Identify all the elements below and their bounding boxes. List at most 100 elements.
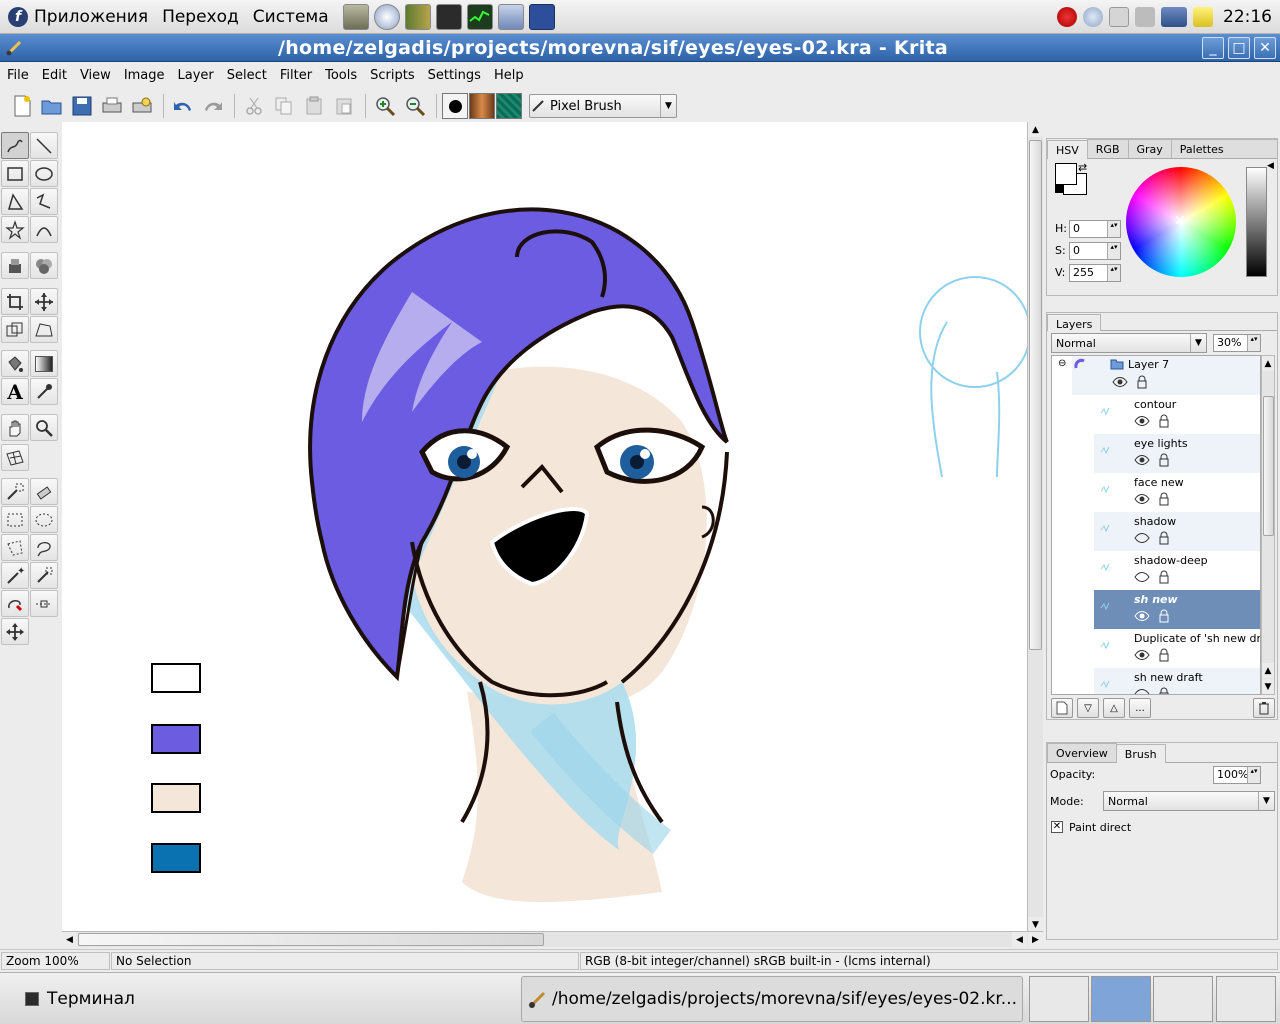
- workspace-switcher-3[interactable]: [1153, 976, 1213, 1022]
- eye-icon[interactable]: [1134, 415, 1150, 427]
- scroll-left-icon[interactable]: ◀: [62, 932, 77, 947]
- cut-icon[interactable]: [240, 92, 268, 120]
- layer-row[interactable]: shadow: [1094, 512, 1260, 551]
- gradient-tool-icon[interactable]: [30, 350, 58, 377]
- tab-rgb[interactable]: RGB: [1086, 139, 1129, 158]
- scroll-down-icon[interactable]: ▼: [1028, 917, 1043, 932]
- layer-row[interactable]: shadow-deep: [1094, 551, 1260, 590]
- crop-tool-icon[interactable]: [1, 288, 29, 315]
- menu-scripts[interactable]: Scripts: [363, 68, 420, 83]
- lock-icon[interactable]: [1158, 648, 1170, 662]
- minimize-button[interactable]: _: [1202, 36, 1224, 59]
- lock-icon[interactable]: [1158, 531, 1170, 545]
- selection-brush-tool-icon[interactable]: [1, 478, 29, 505]
- paste-icon[interactable]: [300, 92, 328, 120]
- color-select-tool-icon[interactable]: [30, 562, 58, 589]
- v-spinbox[interactable]: 255: [1069, 264, 1121, 282]
- menu-layer[interactable]: Layer: [171, 68, 220, 83]
- screen-icon[interactable]: [528, 3, 555, 30]
- layer-row[interactable]: eye lights: [1094, 434, 1260, 473]
- rectangle-tool-icon[interactable]: [1, 160, 29, 187]
- lock-icon[interactable]: [1158, 414, 1170, 428]
- s-spinbox[interactable]: 0: [1069, 242, 1121, 260]
- notes-icon[interactable]: [1193, 6, 1213, 27]
- brush-shape-swatch[interactable]: [442, 93, 468, 119]
- value-slider[interactable]: [1246, 167, 1267, 277]
- layer-row[interactable]: sh new draft: [1094, 668, 1260, 695]
- new-layer-button[interactable]: [1051, 698, 1073, 718]
- network-status-icon[interactable]: [1161, 6, 1187, 27]
- move-selection-tool-icon[interactable]: [1, 618, 29, 645]
- print-icon[interactable]: [98, 92, 126, 120]
- tab-layers[interactable]: Layers: [1047, 314, 1102, 331]
- menu-file[interactable]: File: [0, 68, 35, 83]
- magnifier-icon[interactable]: [1083, 6, 1103, 27]
- brush-opacity-spinbox[interactable]: 100%: [1213, 766, 1261, 784]
- workspace-switcher-4[interactable]: [1216, 976, 1276, 1022]
- layer-row[interactable]: face new: [1094, 473, 1260, 512]
- lock-icon[interactable]: [1158, 687, 1170, 695]
- lasso-select-tool-icon[interactable]: [30, 534, 58, 561]
- brush-mode-select[interactable]: Normal ▼: [1103, 791, 1275, 811]
- no-entry-icon[interactable]: [1057, 6, 1077, 27]
- workspace-switcher-1[interactable]: [1029, 976, 1089, 1022]
- eye-hidden-icon[interactable]: [1134, 532, 1150, 544]
- h-spinbox[interactable]: 0: [1069, 220, 1121, 238]
- print-preview-icon[interactable]: [128, 92, 156, 120]
- layer-row[interactable]: contour: [1094, 395, 1260, 434]
- bezier-tool-icon[interactable]: [30, 216, 58, 243]
- terminal-icon[interactable]: [435, 3, 462, 30]
- menu-settings[interactable]: Settings: [421, 68, 487, 83]
- layer-row[interactable]: sh new: [1094, 590, 1260, 629]
- eye-icon[interactable]: [1134, 493, 1150, 505]
- magic-wand-tool-icon[interactable]: ✦: [1, 562, 29, 589]
- polyline-tool-icon[interactable]: [30, 188, 58, 215]
- eye-hidden-icon[interactable]: [1134, 688, 1150, 695]
- selection-eraser-tool-icon[interactable]: [30, 478, 58, 505]
- lock-icon[interactable]: [1136, 375, 1148, 389]
- layer-row[interactable]: Duplicate of 'sh new draft': [1094, 629, 1260, 668]
- tab-hsv[interactable]: HSV: [1047, 140, 1088, 159]
- taskbar-krita[interactable]: /home/zelgadis/projects/morevna/sif/eyes…: [521, 976, 1023, 1022]
- settings-icon[interactable]: [497, 3, 524, 30]
- rect-select-tool-icon[interactable]: [1, 506, 29, 533]
- maximize-button[interactable]: □: [1228, 36, 1250, 59]
- mail-icon[interactable]: [1109, 6, 1129, 27]
- layer-scroll-up-lower-icon[interactable]: ▲: [1262, 663, 1274, 678]
- system-monitor-icon[interactable]: [466, 3, 493, 30]
- move-tool-icon[interactable]: [30, 288, 58, 315]
- transform-tool-icon[interactable]: [1, 316, 29, 343]
- freehand-brush-tool-icon[interactable]: [1, 132, 29, 159]
- paint-direct-checkbox[interactable]: ✕: [1051, 821, 1063, 833]
- menu-image[interactable]: Image: [117, 68, 171, 83]
- volume-icon[interactable]: [1135, 6, 1155, 27]
- workspace-switcher-2[interactable]: [1091, 976, 1151, 1022]
- menu-filter[interactable]: Filter: [273, 68, 318, 83]
- layer-opacity-spinbox[interactable]: 30%: [1213, 334, 1261, 352]
- lock-icon[interactable]: [1158, 492, 1170, 506]
- scroll-right-icon[interactable]: ▶: [1028, 932, 1043, 947]
- layer-scroll-down-icon[interactable]: ▼: [1262, 679, 1274, 694]
- book-icon[interactable]: [404, 3, 431, 30]
- undo-icon[interactable]: [169, 92, 197, 120]
- layer-group-row[interactable]: Layer 7: [1072, 356, 1260, 395]
- zoom-out-icon[interactable]: [401, 92, 429, 120]
- window-titlebar[interactable]: /home/zelgadis/projects/morevna/sif/eyes…: [0, 34, 1280, 62]
- menu-help[interactable]: Help: [487, 68, 530, 83]
- lock-icon[interactable]: [1158, 609, 1170, 623]
- path-select-tool-icon[interactable]: [30, 590, 58, 617]
- color-picker-tool-icon[interactable]: [30, 378, 58, 405]
- horizontal-scroll-thumb[interactable]: [78, 933, 544, 946]
- filter-brush-tool-icon[interactable]: [30, 252, 58, 279]
- layer-list[interactable]: ⊖ Layer 7 contour eye lights face new shado…: [1051, 355, 1261, 695]
- zoom-in-icon[interactable]: [371, 92, 399, 120]
- gradient-swatch[interactable]: [469, 93, 495, 119]
- copy-icon[interactable]: [270, 92, 298, 120]
- menu-view[interactable]: View: [73, 68, 117, 83]
- perspective-tool-icon[interactable]: [30, 316, 58, 343]
- pattern-swatch[interactable]: [496, 93, 522, 119]
- eye-icon[interactable]: [1112, 376, 1128, 388]
- zoom-tool-icon[interactable]: [30, 414, 58, 441]
- menu-edit[interactable]: Edit: [35, 68, 73, 83]
- magnetic-select-tool-icon[interactable]: [1, 590, 29, 617]
